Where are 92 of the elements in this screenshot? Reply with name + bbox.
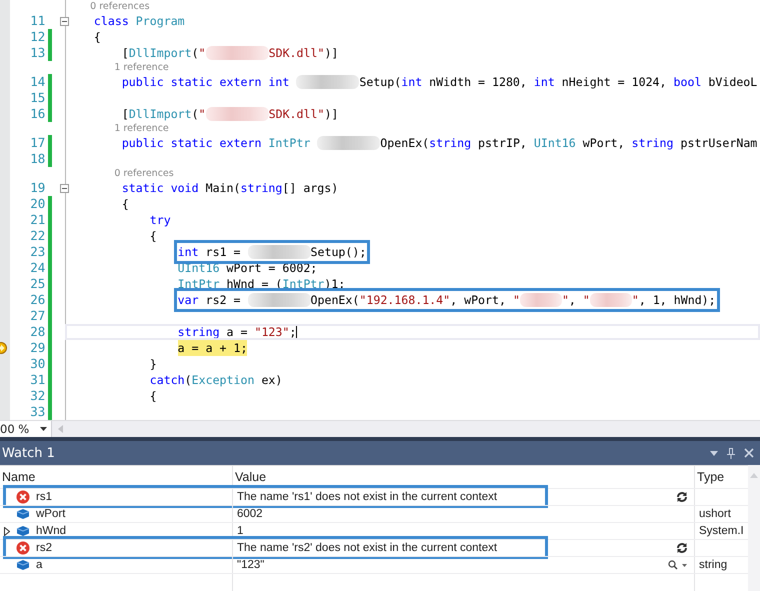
magnifier-dropdown-icon[interactable]: [668, 560, 688, 570]
line-number: 22: [29, 228, 46, 244]
column-header[interactable]: Name: [0, 466, 233, 488]
redacted-blur: [317, 136, 380, 150]
line-number: 23: [29, 244, 46, 260]
code-text: public static extern IntPtr: [122, 135, 312, 151]
value-text: 1: [237, 525, 244, 538]
column-header[interactable]: Type: [695, 462, 750, 488]
line-number: 29: [29, 340, 46, 356]
vertical-scrollbar[interactable]: [748, 465, 760, 591]
redacted-blur: [206, 107, 269, 121]
redacted-blur: [520, 293, 562, 307]
type-text: System.I: [698, 524, 744, 540]
refresh-icon[interactable]: [676, 491, 688, 504]
line-number: 21: [29, 212, 46, 228]
value-text: 6002: [237, 508, 263, 520]
code-text: OpenEx("192.168.1.4", wPort, ": [310, 292, 520, 308]
code-text: OpenEx(string pstrIP, UInt16 wPort, string pstrUserNam: [380, 135, 758, 151]
value-text: The name 'rs1' does not exist in the current context: [237, 491, 498, 504]
variable-name: rs2: [36, 542, 52, 554]
panel-title: Watch 1: [2, 446, 55, 460]
expand-icon[interactable]: [4, 526, 10, 536]
line-number: 24: [29, 260, 46, 276]
line-number: 27: [29, 308, 46, 324]
code-text: {: [150, 228, 157, 244]
redacted-blur: [590, 293, 632, 307]
column-header[interactable]: Value: [233, 466, 695, 488]
type-text: string: [698, 558, 728, 574]
code-text: {: [122, 196, 129, 212]
line-number: 18: [29, 151, 46, 167]
code-text: try: [150, 212, 171, 228]
line-number: 26: [29, 292, 46, 308]
line-number: 11: [29, 13, 46, 29]
code-text: a = a + 1;: [178, 340, 248, 356]
error-icon: [16, 490, 30, 504]
close-icon[interactable]: [744, 448, 754, 458]
code-text: ", ": [562, 292, 590, 308]
redacted-blur: [296, 75, 360, 89]
variable-name: a: [36, 559, 42, 572]
line-number: 17: [29, 135, 46, 151]
code-text: {: [150, 388, 157, 404]
cube-icon: [16, 508, 30, 520]
code-lens-text[interactable]: 0 references: [114, 167, 174, 180]
code-text: public static extern int: [122, 74, 290, 90]
refresh-icon[interactable]: [676, 542, 688, 554]
cube-icon: [16, 559, 30, 572]
value-text: "123": [237, 559, 264, 572]
line-number: 15: [29, 90, 46, 106]
code-text: Setup(int nWidth = 1280, int nHeight = 1024, bool bVideoL: [359, 74, 758, 90]
code-text: [DllImport(": [122, 106, 206, 122]
dropdown-caret-icon: [40, 427, 47, 431]
code-text: Setup();: [310, 244, 366, 260]
line-number: 30: [29, 356, 46, 372]
text-caret: [296, 325, 298, 339]
dropdown-caret-icon[interactable]: [710, 450, 718, 456]
error-icon: [16, 541, 30, 556]
line-number: 20: [29, 196, 46, 212]
code-text: }: [150, 356, 157, 372]
variable-name: rs1: [36, 491, 52, 504]
code-text: ", 1, hWnd);: [632, 292, 716, 308]
line-number: 19: [29, 180, 46, 196]
code-text: {: [94, 29, 101, 45]
code-text: string a = "123";: [178, 324, 296, 340]
line-number: 32: [29, 388, 46, 404]
redacted-blur: [248, 293, 310, 307]
type-text: ushort: [698, 507, 731, 522]
code-text: var rs2 =: [178, 292, 242, 308]
line-number: 25: [29, 276, 46, 292]
code-text: SDK.dll")]: [268, 106, 338, 122]
line-number: 14: [29, 74, 46, 90]
line-number: 28: [29, 324, 46, 340]
redacted-blur: [206, 46, 269, 60]
variable-name: wPort: [36, 508, 66, 520]
code-text: SDK.dll")]: [268, 45, 338, 61]
code-text: class Program: [94, 13, 185, 29]
line-number: 13: [29, 45, 46, 61]
redacted-blur: [248, 245, 310, 259]
variable-name: hWnd: [36, 525, 66, 538]
code-text: catch(Exception ex): [150, 372, 282, 388]
cube-icon: [16, 525, 30, 538]
line-number: 12: [29, 29, 46, 45]
collapse-icon[interactable]: [60, 16, 70, 26]
collapse-icon[interactable]: [60, 184, 70, 192]
line-number: 16: [29, 106, 46, 122]
pin-icon[interactable]: [727, 448, 735, 458]
value-text: The name 'rs2' does not exist in the current context: [237, 542, 498, 554]
code-text: static void Main(string[] args): [122, 180, 338, 196]
line-number: 33: [29, 404, 46, 420]
code-text: int rs1 =: [178, 244, 242, 260]
line-number: 31: [29, 372, 46, 388]
zoom-dropdown[interactable]: 00 %: [0, 421, 52, 437]
code-text: [DllImport(": [122, 45, 206, 61]
